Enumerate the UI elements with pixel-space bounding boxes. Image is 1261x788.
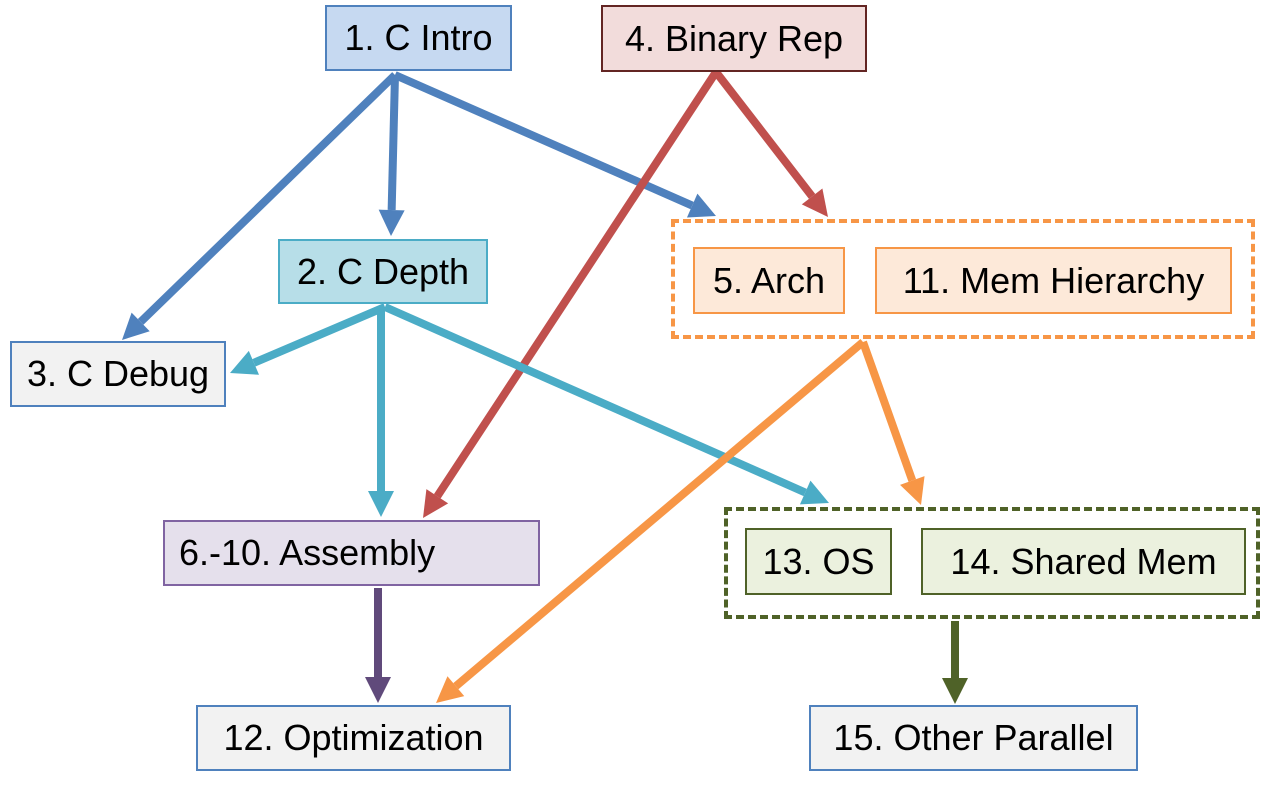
node-label: 1. C Intro bbox=[344, 17, 493, 58]
node-mem-hierarchy[interactable]: 11. Mem Hierarchy bbox=[875, 247, 1232, 314]
node-other-parallel[interactable]: 15. Other Parallel bbox=[809, 705, 1138, 771]
node-c-debug[interactable]: 3. C Debug bbox=[10, 341, 226, 407]
node-assembly[interactable]: 6.-10. Assembly bbox=[163, 520, 540, 586]
node-os[interactable]: 13. OS bbox=[745, 528, 892, 595]
arrowhead-icon bbox=[365, 677, 391, 703]
edge-line bbox=[712, 69, 816, 199]
node-c-intro[interactable]: 1. C Intro bbox=[325, 5, 512, 71]
node-shared-mem[interactable]: 14. Shared Mem bbox=[921, 528, 1246, 595]
edge-c-depth-to-assembly bbox=[368, 307, 394, 517]
arrowhead-icon bbox=[942, 678, 968, 704]
edge-line bbox=[859, 340, 917, 482]
node-arch[interactable]: 5. Arch bbox=[693, 247, 845, 314]
edge-arch-mem-group-to-os-shared-group bbox=[859, 340, 925, 505]
edge-os-shared-group-to-other-parallel bbox=[942, 621, 968, 704]
edge-line bbox=[393, 71, 694, 210]
node-c-depth[interactable]: 2. C Depth bbox=[278, 239, 488, 304]
node-label: 14. Shared Mem bbox=[950, 540, 1217, 582]
arrowhead-icon bbox=[378, 209, 405, 236]
node-label: 13. OS bbox=[762, 540, 875, 582]
node-label: 15. Other Parallel bbox=[833, 717, 1114, 758]
node-label: 3. C Debug bbox=[26, 353, 210, 394]
node-label: 2. C Depth bbox=[296, 250, 470, 292]
edge-c-intro-to-c-depth bbox=[378, 74, 405, 236]
node-label: 11. Mem Hierarchy bbox=[902, 259, 1205, 301]
node-label: 6.-10. Assembly bbox=[179, 532, 436, 573]
node-label: 5. Arch bbox=[712, 259, 826, 301]
edge-c-depth-to-c-debug bbox=[230, 303, 387, 375]
node-label: 12. Optimization bbox=[223, 717, 484, 758]
edge-binary-rep-to-arch-mem-group bbox=[712, 69, 828, 217]
edge-line bbox=[387, 74, 399, 211]
edge-line bbox=[252, 303, 387, 367]
node-binary-rep[interactable]: 4. Binary Rep bbox=[601, 5, 867, 72]
node-label: 4. Binary Rep bbox=[624, 17, 844, 59]
edge-assembly-to-optimization bbox=[365, 588, 391, 703]
arrowhead-icon bbox=[368, 491, 394, 517]
node-optimization[interactable]: 12. Optimization bbox=[196, 705, 511, 771]
